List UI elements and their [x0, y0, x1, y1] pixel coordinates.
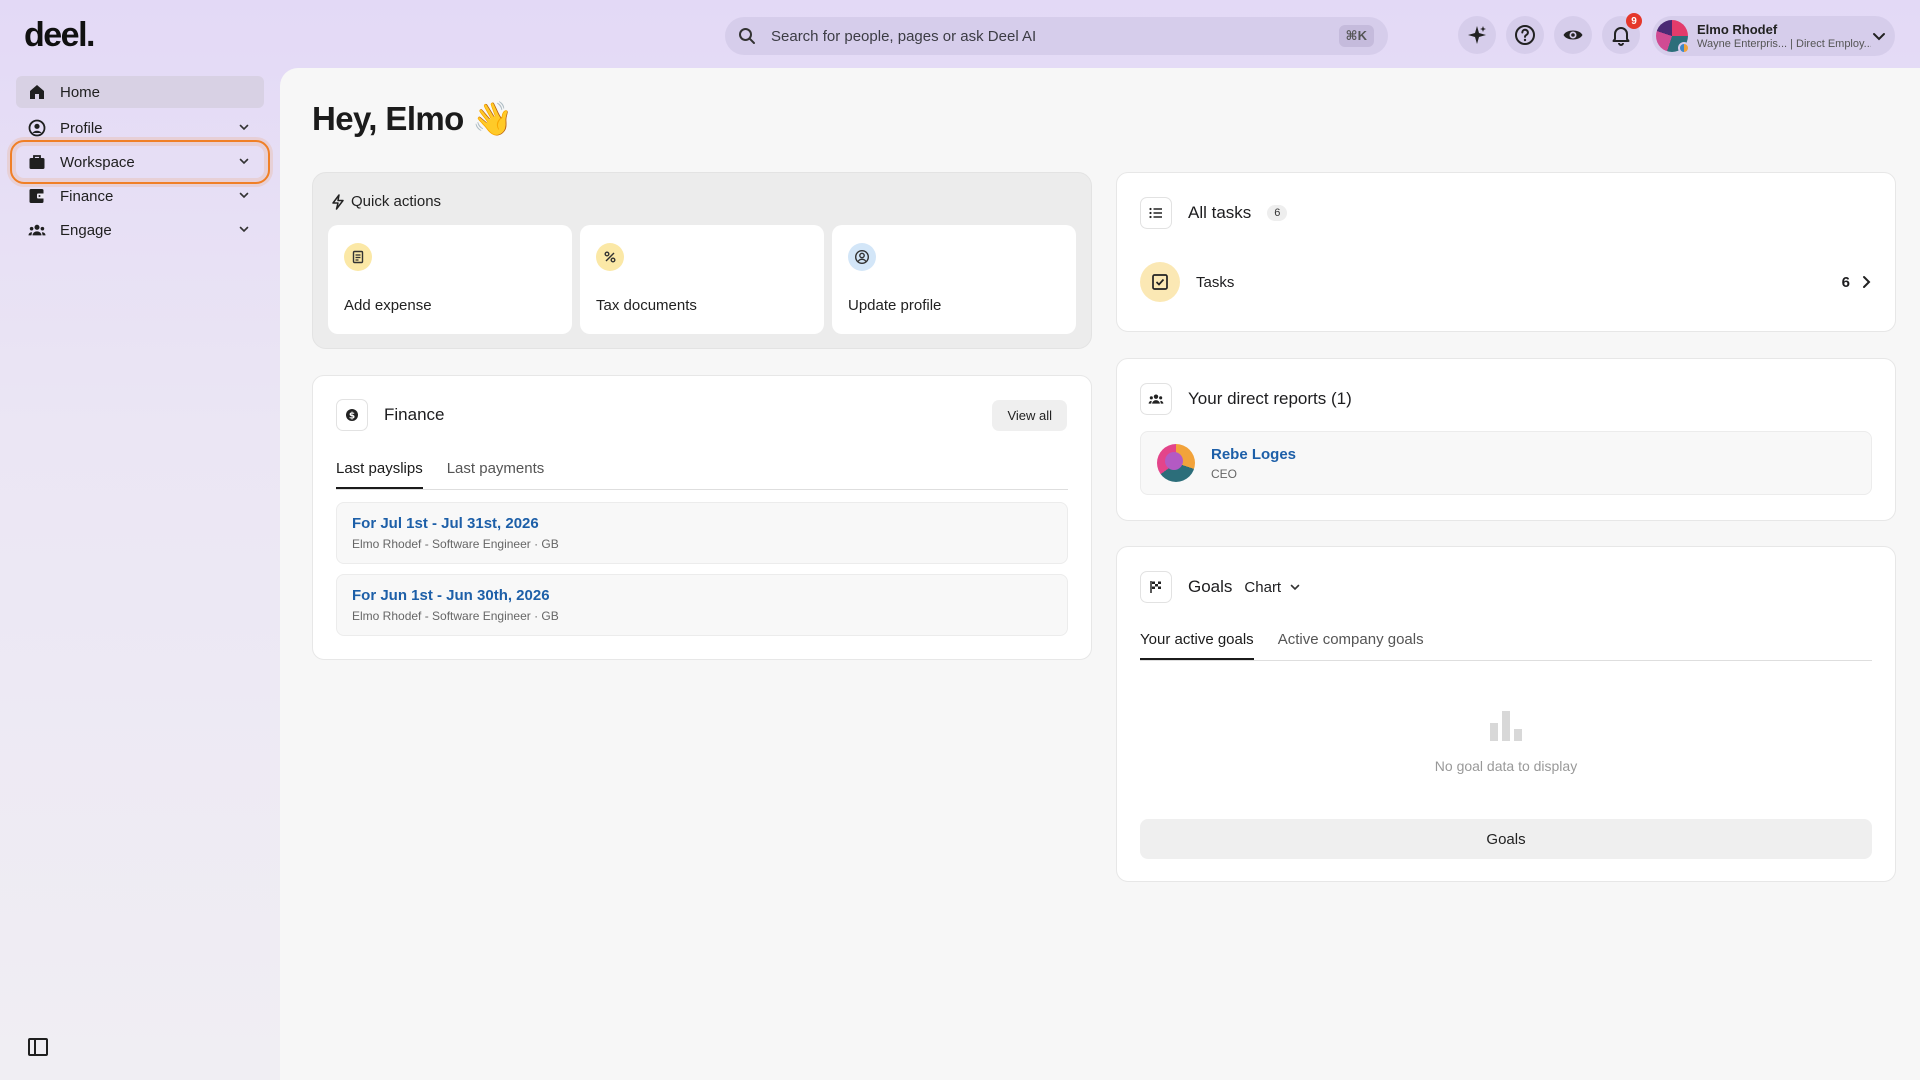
person-role: CEO [1211, 466, 1238, 481]
goals-title: Goals [1188, 577, 1233, 596]
goals-card: Goals Chart Your active goals Active com… [1116, 546, 1896, 882]
goals-view-select-value: Chart [1244, 578, 1282, 596]
payslip-item[interactable]: For Jul 1st - Jul 31st, 2026 Elmo Rhodef… [336, 502, 1068, 564]
add-expense-label: Add expense [344, 297, 432, 314]
search-icon [739, 28, 755, 44]
notification-count-badge: 9 [1626, 13, 1642, 29]
sidebar-item-profile[interactable]: Profile [16, 112, 264, 144]
main-content: Hey, Elmo 👋 Quick actions Add expense Ta… [280, 68, 1920, 1080]
svg-text:$: $ [349, 411, 355, 421]
visibility-toggle-button[interactable] [1554, 16, 1592, 54]
chevron-down-icon [239, 124, 249, 131]
tab-last-payslips[interactable]: Last payslips [336, 460, 423, 489]
user-circle-icon [848, 243, 876, 271]
sidebar-item-engage[interactable]: Engage [16, 214, 264, 246]
direct-report-item[interactable]: Rebe Loges CEO [1140, 431, 1872, 495]
payslip-title: For Jun 1st - Jun 30th, 2026 [352, 587, 550, 604]
deel-logo[interactable]: deel. [24, 16, 95, 55]
chevron-right-icon [1863, 276, 1871, 288]
user-subtitle: Wayne Enterpris... | Direct Employ... [1697, 37, 1871, 50]
tasks-row[interactable]: Tasks 6 [1140, 261, 1872, 303]
quick-actions-title: Quick actions [351, 193, 442, 210]
payslip-item[interactable]: For Jun 1st - Jun 30th, 2026 Elmo Rhodef… [336, 574, 1068, 636]
sidebar-item-label: Profile [60, 119, 103, 137]
receipt-icon [344, 243, 372, 271]
sidebar-item-label: Finance [60, 187, 114, 205]
sidebar-item-home[interactable]: Home [16, 76, 264, 108]
page-title: Hey, Elmo 👋 [312, 100, 513, 137]
user-name: Elmo Rhodef [1697, 21, 1778, 37]
checkbox-icon [1140, 262, 1180, 302]
direct-reports-title: Your direct reports (1) [1188, 389, 1352, 408]
profile-icon [28, 119, 46, 137]
sidebar-item-label: Workspace [60, 153, 135, 171]
avatar [1157, 444, 1195, 482]
sidebar-item-finance[interactable]: Finance [16, 180, 264, 212]
eye-icon [1563, 30, 1583, 40]
goals-empty-text: No goal data to display [1434, 758, 1578, 774]
chevron-down-icon [239, 158, 249, 165]
sidebar-item-label: Engage [60, 221, 112, 239]
help-button[interactable] [1506, 16, 1544, 54]
payslip-subtitle: Elmo Rhodef - Software Engineer · GB [352, 609, 559, 623]
sidebar-item-label: Home [60, 83, 101, 101]
people-icon [28, 221, 46, 239]
tasks-title: All tasks [1188, 203, 1252, 222]
direct-reports-card: Your direct reports (1) Rebe Loges CEO [1116, 358, 1896, 521]
help-icon [1515, 25, 1535, 45]
user-avatar [1656, 20, 1690, 54]
update-profile-label: Update profile [848, 297, 942, 314]
tab-active-company-goals[interactable]: Active company goals [1278, 631, 1424, 660]
lightning-icon [332, 193, 344, 210]
tax-documents-label: Tax documents [596, 297, 697, 314]
tasks-row-label: Tasks [1196, 273, 1235, 291]
notifications-button[interactable]: 9 [1602, 13, 1642, 54]
finance-title: Finance [384, 405, 445, 424]
dollar-icon: $ [336, 399, 368, 431]
goals-tabs: Your active goals Active company goals [1140, 631, 1872, 661]
search-placeholder[interactable]: Search for people, pages or ask Deel AI [771, 28, 1339, 45]
team-icon [1140, 383, 1172, 415]
update-profile-button[interactable]: Update profile [832, 225, 1076, 334]
sidebar-item-workspace[interactable]: Workspace [10, 140, 270, 184]
goals-button[interactable]: Goals [1140, 819, 1872, 859]
goals-view-select[interactable]: Chart [1244, 579, 1301, 596]
user-menu[interactable]: Elmo Rhodef Wayne Enterpris... | Direct … [1652, 16, 1895, 56]
quick-actions-panel: Quick actions Add expense Tax documents … [312, 172, 1092, 349]
bar-chart-icon [1490, 711, 1522, 741]
tab-last-payments[interactable]: Last payments [447, 460, 545, 489]
list-icon [1140, 197, 1172, 229]
tasks-count-badge: 6 [1267, 205, 1288, 221]
tasks-card: All tasks 6 Tasks 6 [1116, 172, 1896, 332]
sidebar-collapse-icon[interactable] [28, 1038, 48, 1056]
view-all-button[interactable]: View all [992, 400, 1067, 431]
flag-icon [1140, 571, 1172, 603]
goals-empty-state: No goal data to display [1117, 709, 1895, 774]
deel-ai-button[interactable] [1458, 16, 1496, 54]
finance-tabs: Last payslips Last payments [336, 460, 1068, 490]
add-expense-button[interactable]: Add expense [328, 225, 572, 334]
finance-card: $ Finance View all Last payslips Last pa… [312, 375, 1092, 660]
chevron-down-icon [1873, 33, 1885, 41]
home-icon [28, 83, 46, 101]
tab-your-active-goals[interactable]: Your active goals [1140, 631, 1254, 660]
wallet-icon [28, 187, 46, 205]
search-shortcut-badge: ⌘K [1338, 25, 1374, 47]
payslip-subtitle: Elmo Rhodef - Software Engineer · GB [352, 537, 559, 551]
percent-icon [596, 243, 624, 271]
briefcase-icon [28, 153, 46, 171]
tax-documents-button[interactable]: Tax documents [580, 225, 824, 334]
tasks-row-count: 6 [1841, 273, 1850, 291]
search-bar[interactable]: Search for people, pages or ask Deel AI … [725, 17, 1388, 55]
person-name[interactable]: Rebe Loges [1211, 446, 1296, 463]
payslip-title: For Jul 1st - Jul 31st, 2026 [352, 515, 539, 532]
chevron-down-icon [239, 192, 249, 199]
org-badge [1678, 42, 1690, 54]
sidebar-nav: Home Profile Workspace Finance Engage [10, 76, 270, 248]
chevron-down-icon [239, 226, 249, 233]
sparkle-icon [1468, 26, 1486, 44]
chevron-down-icon [1290, 584, 1300, 591]
